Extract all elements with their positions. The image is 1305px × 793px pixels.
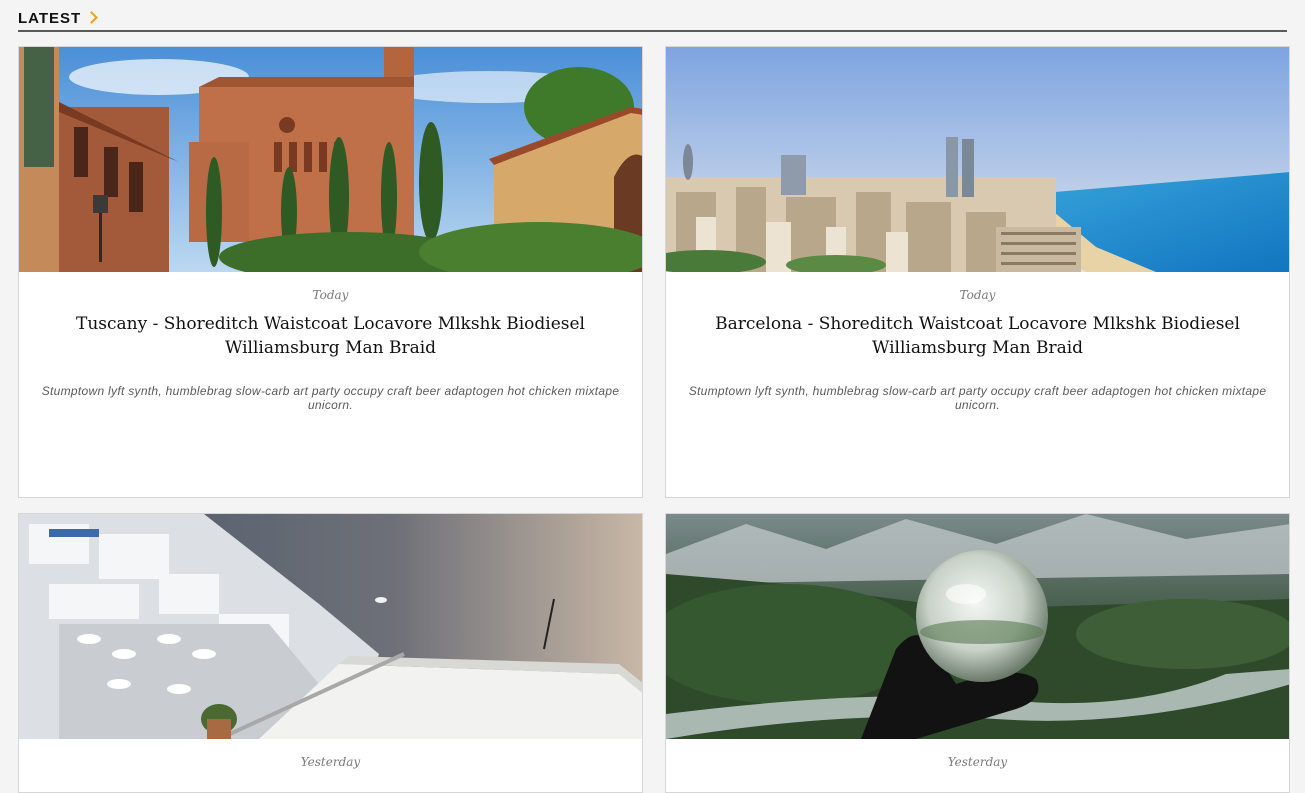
section-header: LATEST — [18, 8, 1287, 32]
article-card-4[interactable]: Yesterday — [665, 513, 1290, 793]
card-date: Yesterday — [300, 755, 361, 769]
chevron-right-icon[interactable] — [85, 11, 99, 24]
article-card-tuscany[interactable]: Today Tuscany - Shoreditch Waistcoat Loc… — [18, 46, 643, 498]
article-card-barcelona[interactable]: Today Barcelona - Shoreditch Waistcoat L… — [665, 46, 1290, 498]
card-image-barcelona[interactable] — [666, 47, 1289, 272]
card-title[interactable]: Barcelona - Shoreditch Waistcoat Locavor… — [706, 312, 1249, 360]
card-title[interactable]: Tuscany - Shoreditch Waistcoat Locavore … — [59, 312, 602, 360]
card-date: Today — [959, 288, 996, 302]
article-card-3[interactable]: Yesterday — [18, 513, 643, 793]
card-image-crystal-ball[interactable] — [666, 514, 1289, 739]
card-image-santorini[interactable] — [19, 514, 642, 739]
card-excerpt: Stumptown lyft synth, humblebrag slow-ca… — [41, 384, 620, 412]
card-date: Yesterday — [947, 755, 1008, 769]
card-date: Today — [312, 288, 349, 302]
card-excerpt: Stumptown lyft synth, humblebrag slow-ca… — [688, 384, 1267, 412]
section-title[interactable]: LATEST — [18, 10, 99, 27]
card-image-tuscany[interactable] — [19, 47, 642, 272]
section-title-label[interactable]: LATEST — [18, 10, 81, 27]
